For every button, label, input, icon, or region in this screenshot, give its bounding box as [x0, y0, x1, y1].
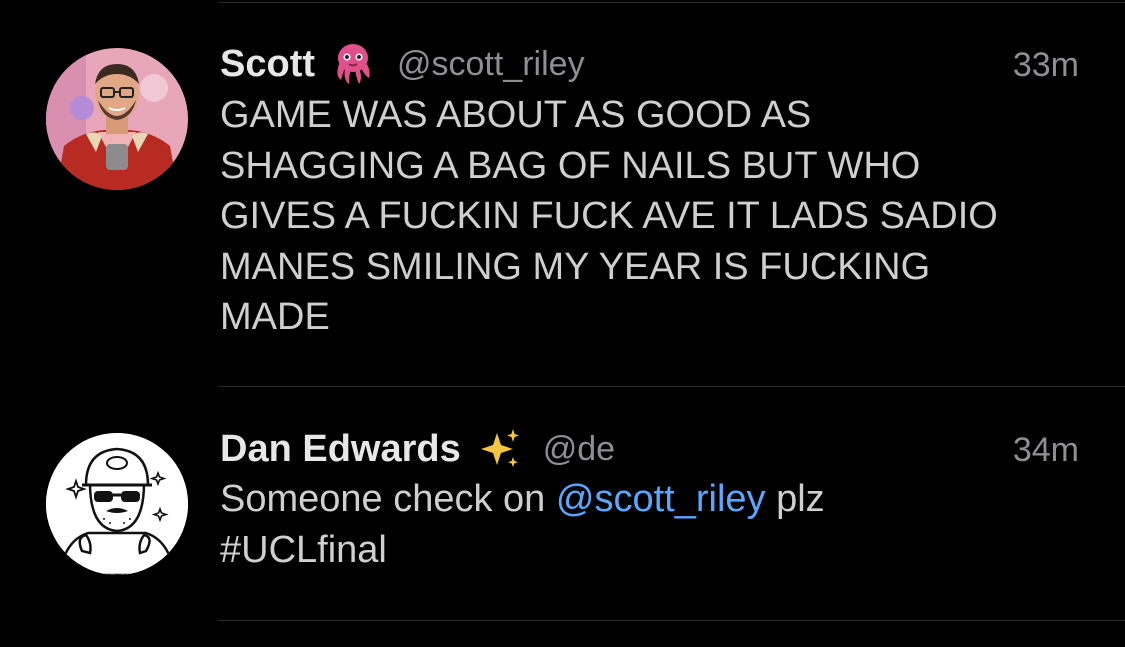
tweet-body-line: SHAGGING A BAG OF NAILS BUT WHO — [220, 144, 921, 187]
display-name[interactable]: Dan Edwards — [220, 428, 461, 471]
username-handle[interactable]: @de — [543, 430, 615, 469]
tweet-body: Someone check on @scott_riley plz #UCLfi… — [220, 474, 1100, 575]
hashtag-link[interactable]: #UCLfinal — [220, 525, 1100, 576]
divider-between-tweets — [218, 386, 1125, 387]
sparkles-icon — [475, 425, 523, 473]
tweet-header: Dan Edwards @de — [220, 425, 1079, 473]
tweet-body-line: GAME WAS ABOUT AS GOOD AS — [220, 94, 812, 136]
tweet-body-text: plz — [765, 478, 825, 520]
tweet-body-line: GIVES A FUCKIN FUCK AVE IT LADS SADIO — [220, 195, 998, 237]
tweet-body-line: MANES SMILING MY YEAR IS FUCKING — [220, 245, 931, 288]
tweet-body-text: Someone check on — [220, 478, 556, 520]
tweet-body-line: Someone check on @scott_riley plz — [220, 474, 1100, 525]
mention-link[interactable]: @scott_riley — [556, 478, 766, 520]
avatar-dan-edwards[interactable] — [46, 433, 188, 575]
avatar-scott[interactable] — [46, 48, 188, 190]
avatar-scott-image — [46, 48, 188, 190]
tweet-header: Scott @scott_riley — [220, 40, 1079, 88]
tweet-timestamp: 33m — [1012, 46, 1079, 84]
tweet-timestamp: 34m — [1012, 431, 1079, 469]
octopus-icon — [329, 40, 377, 88]
divider-bottom — [218, 620, 1125, 621]
tweet-body: GAME WAS ABOUT AS GOOD AS SHAGGING A BAG… — [220, 90, 1100, 343]
tweet-body-line: MADE — [220, 296, 330, 338]
avatar-dan-edwards-image — [46, 433, 188, 575]
display-name[interactable]: Scott — [220, 43, 315, 86]
username-handle[interactable]: @scott_riley — [397, 45, 585, 84]
divider-top — [218, 2, 1125, 3]
